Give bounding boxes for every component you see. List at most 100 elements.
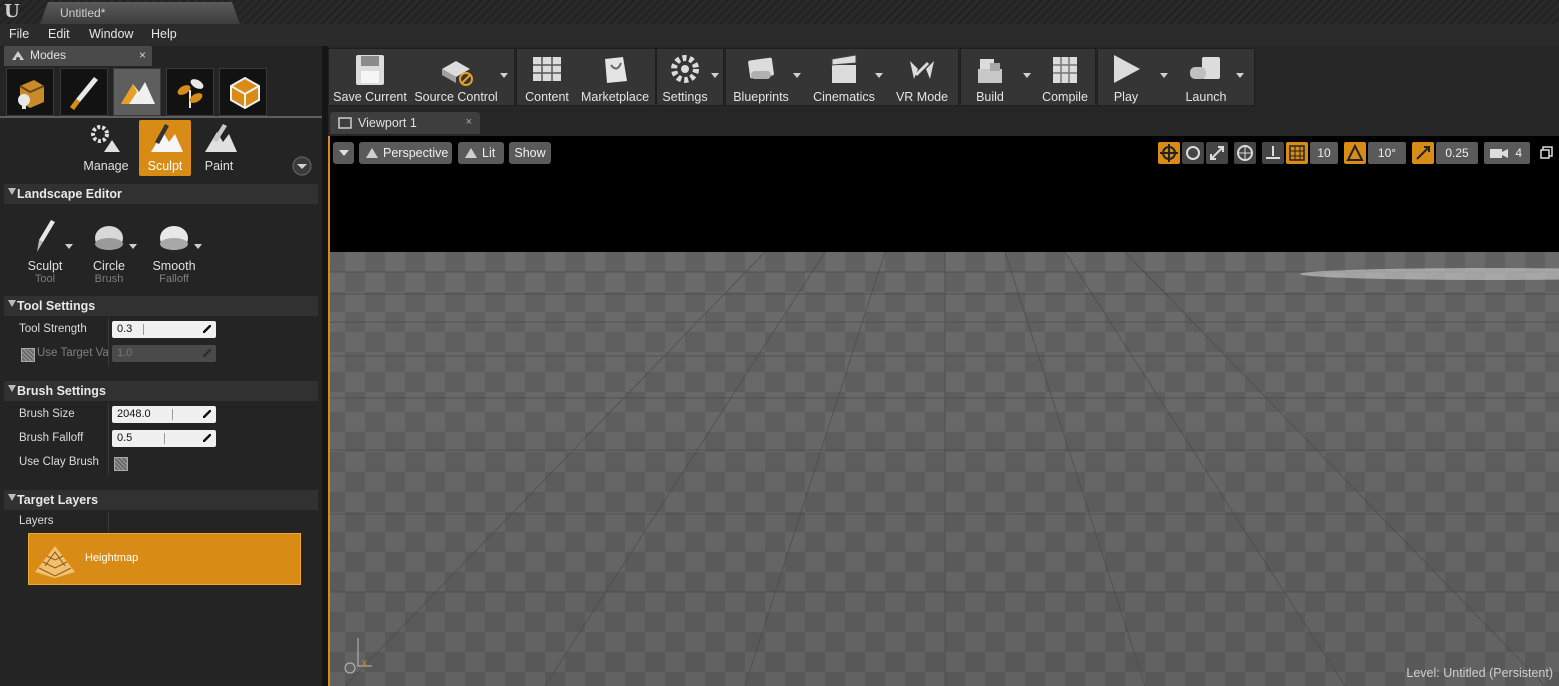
toolbar-group-file: Save Current Source Control — [328, 48, 515, 106]
rotate-tool-button[interactable] — [1182, 142, 1204, 164]
viewport-options-button[interactable] — [333, 142, 354, 164]
lit-button[interactable]: Lit — [458, 142, 504, 164]
landscape-mode-button[interactable] — [113, 68, 161, 116]
use-target-label: Use Target Va — [37, 347, 109, 359]
show-button[interactable]: Show — [509, 142, 551, 164]
blueprints-icon — [748, 57, 774, 79]
dropdown-arrow-icon[interactable] — [194, 244, 202, 249]
maximize-viewport-icon[interactable] — [1540, 146, 1554, 160]
surface-snap-button[interactable] — [1262, 142, 1284, 164]
menu-file[interactable]: File — [9, 27, 29, 41]
dropdown-arrow-icon[interactable] — [1160, 73, 1168, 78]
heightmap-layer[interactable]: Heightmap — [28, 533, 301, 585]
build-button[interactable]: Build — [965, 49, 1015, 107]
column-divider — [108, 451, 109, 475]
tool-strength-field[interactable]: 0.3 — [112, 321, 216, 338]
globe-icon — [1237, 145, 1253, 161]
use-clay-brush-checkbox[interactable] — [114, 457, 128, 471]
settings-button[interactable]: Settings — [659, 49, 711, 107]
save-current-button[interactable]: Save Current — [333, 49, 407, 107]
grid-icon — [1289, 145, 1305, 161]
lit-label: Lit — [482, 146, 496, 160]
menu-edit[interactable]: Edit — [48, 27, 70, 41]
mode-divider — [0, 116, 322, 118]
sculpt-tool-selector[interactable]: Sculpt Tool — [17, 216, 73, 285]
scale-tool-button[interactable] — [1206, 142, 1228, 164]
launch-button[interactable]: Launch — [1178, 49, 1234, 107]
dropdown-arrow-icon[interactable] — [500, 73, 508, 78]
launch-label: Launch — [1185, 90, 1227, 104]
source-control-button[interactable]: Source Control — [413, 49, 499, 107]
brush-settings-header[interactable]: Brush Settings — [4, 381, 318, 401]
menu-help[interactable]: Help — [151, 27, 177, 41]
camera-icon — [1490, 149, 1508, 158]
sculpt-tool-icon — [37, 220, 55, 252]
dropdown-arrow-icon[interactable] — [875, 73, 883, 78]
foliage-mode-button[interactable] — [166, 68, 214, 116]
world-local-button[interactable] — [1234, 142, 1256, 164]
blueprints-button[interactable]: Blueprints — [730, 49, 792, 107]
tool-settings-header[interactable]: Tool Settings — [4, 296, 318, 316]
blueprints-label: Blueprints — [733, 90, 789, 104]
viewport-tab[interactable]: Viewport 1 × — [330, 112, 480, 134]
landscape-mode-icon — [121, 82, 155, 104]
close-icon[interactable]: × — [139, 48, 146, 62]
vr-mode-button[interactable]: VR Mode — [890, 49, 954, 107]
marketplace-icon — [605, 57, 627, 83]
use-target-value-row: Use Target Va 1.0 — [4, 342, 318, 366]
build-icon — [978, 59, 1002, 83]
grid-snap-value[interactable]: 10 — [1310, 142, 1338, 164]
grid-snap-toggle[interactable] — [1286, 142, 1308, 164]
paint-button[interactable]: Paint — [193, 120, 245, 176]
cinematics-button[interactable]: Cinematics — [808, 49, 880, 107]
perspective-button[interactable]: Perspective — [359, 142, 452, 164]
compile-button[interactable]: Compile — [1037, 49, 1093, 107]
circle-brush-selector[interactable]: Circle Brush — [81, 216, 137, 285]
content-button[interactable]: Content — [521, 49, 573, 107]
marketplace-button[interactable]: Marketplace — [577, 49, 653, 107]
resize-grip-icon[interactable] — [203, 325, 211, 333]
manage-button[interactable]: Manage — [80, 120, 132, 176]
rotation-snap-toggle[interactable] — [1344, 142, 1366, 164]
use-target-checkbox[interactable] — [21, 348, 35, 362]
layers-label: Layers — [19, 515, 54, 527]
camera-speed-button[interactable]: 4 — [1484, 142, 1530, 164]
paint-mode-button[interactable] — [60, 68, 108, 116]
cinematics-label: Cinematics — [813, 90, 875, 104]
scale-snap-value[interactable]: 0.25 — [1436, 142, 1478, 164]
sculpt-button[interactable]: Sculpt — [139, 120, 191, 176]
resize-grip-icon[interactable] — [203, 410, 211, 418]
paint-icon — [205, 124, 237, 152]
translate-tool-button[interactable] — [1158, 142, 1180, 164]
tool-strength-value: 0.3 — [117, 323, 133, 335]
dropdown-arrow-icon[interactable] — [793, 73, 801, 78]
place-mode-button[interactable] — [6, 68, 54, 116]
dropdown-arrow-icon[interactable] — [65, 244, 73, 249]
close-icon[interactable]: × — [466, 116, 472, 128]
grid-snap-label: 10 — [1317, 146, 1331, 160]
viewport[interactable]: x Level: Untitled (Persistent) — [328, 136, 1559, 686]
manage-icon — [91, 125, 120, 152]
brush-size-field[interactable]: 2048.0 — [112, 406, 216, 423]
expand-options-icon[interactable] — [291, 155, 313, 177]
dropdown-arrow-icon[interactable] — [711, 73, 719, 78]
target-layers-header[interactable]: Target Layers — [4, 490, 318, 510]
brush-falloff-field[interactable]: 0.5 — [112, 430, 216, 447]
resize-grip-icon[interactable] — [203, 434, 211, 442]
dropdown-arrow-icon[interactable] — [1236, 73, 1244, 78]
document-tab[interactable]: Untitled* — [40, 2, 240, 24]
rotation-snap-value[interactable]: 10° — [1368, 142, 1406, 164]
settings-label: Settings — [662, 90, 708, 104]
menu-window[interactable]: Window — [89, 27, 133, 41]
dropdown-arrow-icon[interactable] — [1023, 73, 1031, 78]
geometry-mode-button[interactable] — [219, 68, 267, 116]
landscape-editor-header[interactable]: Landscape Editor — [4, 184, 318, 204]
scale-snap-toggle[interactable] — [1412, 142, 1434, 164]
smooth-falloff-selector[interactable]: Smooth Falloff — [146, 216, 202, 285]
dropdown-arrow-icon[interactable] — [129, 244, 137, 249]
modes-tab[interactable]: Modes × — [4, 46, 152, 66]
column-divider — [108, 427, 109, 451]
play-button[interactable]: Play — [1102, 49, 1150, 107]
modes-icon — [12, 51, 24, 61]
brush-falloff-value: 0.5 — [117, 432, 133, 444]
